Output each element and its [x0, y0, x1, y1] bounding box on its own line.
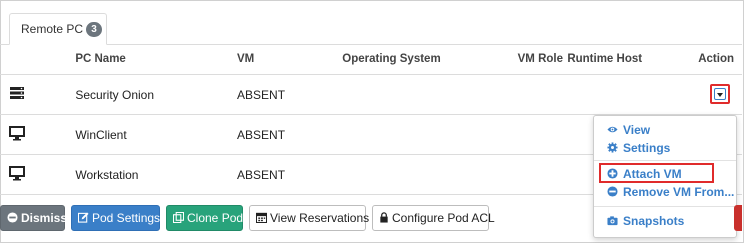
lock-icon: [379, 207, 389, 231]
clone-pod-button[interactable]: Clone Pod: [166, 205, 243, 231]
dropdown-toggle[interactable]: [714, 88, 726, 100]
table-row[interactable]: Security Onion ABSENT: [0, 74, 742, 115]
pod-settings-button[interactable]: Pod Settings: [71, 205, 160, 231]
operating-system: [342, 114, 518, 155]
vm-role: [517, 154, 568, 195]
column-header-vm-role: VM Role: [517, 44, 568, 75]
vm-role: [517, 74, 568, 115]
pc-name: WinClient: [75, 114, 238, 155]
pc-name: Workstation: [75, 154, 238, 195]
menu-item-view[interactable]: View: [607, 123, 650, 137]
monitor-icon: [9, 165, 25, 184]
operating-system: [342, 154, 518, 195]
column-header-runtime-host: Runtime Host: [567, 44, 699, 75]
server-icon: [9, 86, 25, 103]
count-badge: 3: [86, 22, 103, 37]
column-header-pc-name: PC Name: [75, 44, 238, 75]
vm-role: [517, 114, 568, 155]
delete-button-partial[interactable]: [734, 205, 742, 231]
runtime-host: [567, 74, 699, 115]
view-reservations-button[interactable]: View Reservations: [249, 205, 369, 231]
dismiss-button[interactable]: Dismiss: [0, 205, 67, 231]
menu-item-snapshots[interactable]: Snapshots: [607, 214, 684, 228]
vm-status: ABSENT: [237, 74, 343, 115]
edit-icon: [77, 207, 89, 231]
gear-icon: [607, 142, 618, 153]
monitor-icon: [9, 125, 25, 144]
menu-item-attach-vm[interactable]: Attach VM: [607, 167, 682, 181]
eye-icon: [607, 124, 618, 135]
tab-remote-pc[interactable]: Remote PC 3: [9, 13, 107, 45]
plus-circle-icon: [607, 168, 618, 179]
action-menu: View Settings Attach VM Remove VM From..…: [593, 115, 737, 238]
minus-circle-icon: [7, 207, 18, 231]
column-header-action: Action: [698, 44, 742, 75]
table-header-row: PC Name VM Operating System VM Role Runt…: [0, 44, 742, 75]
menu-item-settings[interactable]: Settings: [607, 141, 670, 155]
vm-status: ABSENT: [237, 154, 343, 195]
operating-system: [342, 74, 518, 115]
icon-column-header: [0, 44, 76, 75]
copy-icon: [172, 207, 185, 231]
column-header-vm: VM: [237, 44, 343, 75]
tab-label: Remote PC: [21, 22, 84, 36]
menu-divider: [594, 160, 736, 161]
configure-pod-acl-button[interactable]: Configure Pod ACL: [372, 205, 495, 231]
menu-divider: [594, 206, 736, 207]
column-header-operating-system: Operating System: [342, 44, 518, 75]
menu-item-remove-vm[interactable]: Remove VM From...: [607, 185, 734, 199]
vm-status: ABSENT: [237, 114, 343, 155]
camera-icon: [607, 215, 618, 226]
action-dropdown-button[interactable]: [710, 84, 730, 104]
tab-bar: Remote PC 3: [0, 0, 742, 45]
pc-name: Security Onion: [75, 74, 238, 115]
minus-circle-icon: [607, 186, 618, 197]
calendar-icon: [255, 207, 268, 231]
caret-down-icon: [717, 93, 723, 97]
